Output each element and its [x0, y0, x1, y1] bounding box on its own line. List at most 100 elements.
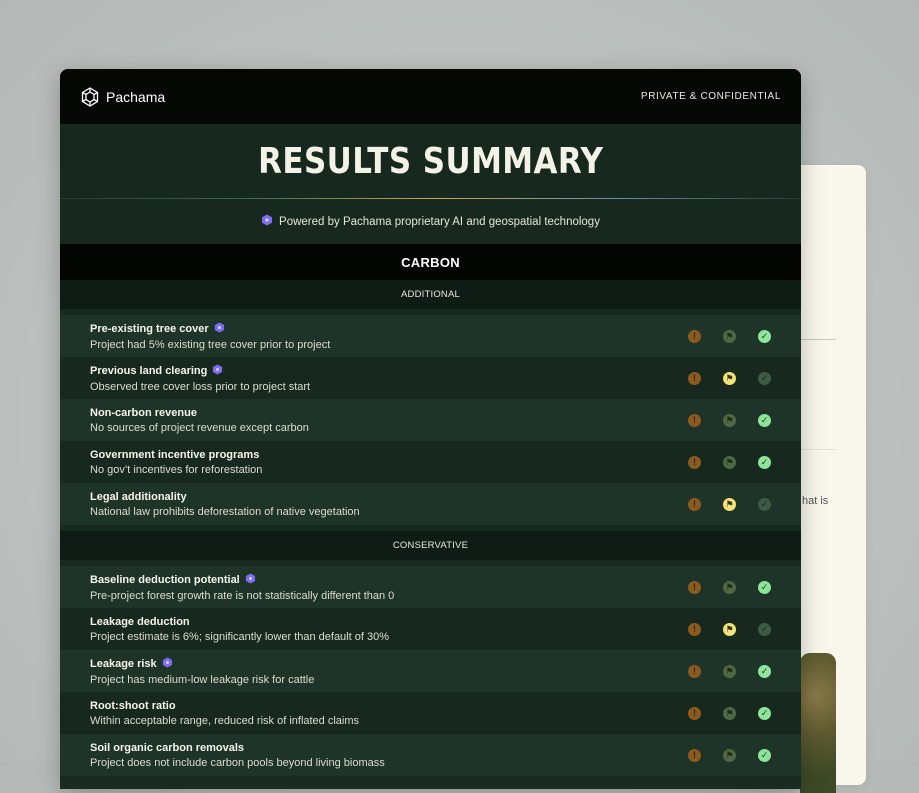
- flag-icon: ⚑: [723, 622, 736, 636]
- status-indicators: ! ⚑ ✓: [688, 580, 771, 594]
- powered-by-banner: Powered by Pachama proprietary AI and ge…: [60, 199, 801, 244]
- status-indicators: ! ⚑ ✓: [688, 455, 771, 469]
- check-icon: ✓: [758, 413, 771, 427]
- criteria-row: Legal additionality National law prohibit…: [60, 483, 801, 525]
- warning-icon: !: [688, 371, 701, 385]
- pachama-logo-icon: [80, 86, 100, 107]
- check-icon: ✓: [758, 706, 771, 720]
- section-heading-carbon: CARBON: [60, 244, 801, 280]
- brand-name: Pachama: [106, 88, 166, 105]
- criteria-text: Non-carbon revenue No sources of project …: [90, 407, 309, 434]
- criteria-text: Government incentive programs No gov’t in…: [90, 449, 262, 476]
- flag-icon: ⚑: [723, 580, 736, 594]
- criteria-name: Non-carbon revenue: [90, 407, 309, 419]
- document-header: Pachama PRIVATE & CONFIDENTIAL: [60, 69, 801, 124]
- ai-badge-icon: [214, 321, 225, 336]
- criteria-label: Pre-existing tree cover: [90, 322, 209, 335]
- criteria-name: Previous land clearing: [90, 363, 310, 378]
- criteria-row: Government incentive programs No gov’t in…: [60, 441, 801, 483]
- status-indicators: ! ⚑ ✓: [688, 622, 771, 636]
- criteria-text: Pre-existing tree cover Project had 5% ex…: [90, 321, 331, 351]
- criteria-text: Previous land clearing Observed tree cove…: [90, 363, 311, 393]
- criteria-name: Leakage deduction: [90, 616, 389, 628]
- check-icon: ✓: [758, 664, 771, 678]
- page-title: RESULTS SUMMARY: [257, 140, 604, 182]
- criteria-label: Root:shoot ratio: [90, 699, 176, 712]
- status-indicators: ! ⚑ ✓: [688, 497, 771, 511]
- powered-by-text: Powered by Pachama proprietary AI and ge…: [279, 215, 600, 228]
- check-icon: ✓: [758, 455, 771, 469]
- warning-icon: !: [688, 664, 701, 678]
- results-summary-document: Pachama PRIVATE & CONFIDENTIAL RESULTS S…: [60, 69, 801, 789]
- ai-badge-icon: [245, 572, 256, 587]
- warning-icon: !: [688, 413, 701, 427]
- check-icon: ✓: [758, 371, 771, 385]
- criteria-description: Project has medium-low leakage risk for …: [90, 673, 315, 686]
- check-icon: ✓: [758, 497, 771, 511]
- spacer: [60, 776, 801, 782]
- divider: [800, 449, 836, 450]
- criteria-description: Project had 5% existing tree cover prior…: [90, 338, 331, 351]
- background-card-text: hat is: [802, 495, 829, 507]
- criteria-label: Legal additionality: [90, 490, 187, 503]
- background-card-photo: [800, 653, 836, 793]
- divider: [800, 339, 836, 340]
- criteria-name: Root:shoot ratio: [90, 700, 359, 712]
- criteria-description: Observed tree cover loss prior to projec…: [90, 380, 311, 393]
- subsection-heading: ADDITIONAL: [60, 280, 801, 309]
- warning-icon: !: [688, 455, 701, 469]
- criteria-row: Pre-existing tree cover Project had 5% ex…: [60, 315, 801, 357]
- criteria-text: Soil organic carbon removals Project does…: [90, 742, 385, 769]
- criteria-row: Leakage deduction Project estimate is 6%;…: [60, 608, 801, 650]
- criteria-name: Legal additionality: [90, 491, 360, 503]
- flag-icon: ⚑: [723, 413, 736, 427]
- ai-badge-icon: [212, 363, 223, 378]
- status-indicators: ! ⚑ ✓: [688, 329, 771, 343]
- warning-icon: !: [688, 329, 701, 343]
- criteria-label: Previous land clearing: [90, 364, 208, 377]
- criteria-text: Root:shoot ratio Within acceptable range,…: [90, 700, 359, 727]
- flag-icon: ⚑: [723, 706, 736, 720]
- criteria-row: Root:shoot ratio Within acceptable range,…: [60, 692, 801, 734]
- check-icon: ✓: [758, 329, 771, 343]
- warning-icon: !: [688, 622, 701, 636]
- check-icon: ✓: [758, 622, 771, 636]
- criteria-text: Baseline deduction potential Pre-project …: [90, 572, 395, 602]
- criteria-row: Leakage risk Project has medium-low leaka…: [60, 650, 801, 692]
- check-icon: ✓: [758, 580, 771, 594]
- criteria-row: Soil organic carbon removals Project does…: [60, 734, 801, 776]
- criteria-description: No sources of project revenue except car…: [90, 421, 309, 434]
- warning-icon: !: [688, 580, 701, 594]
- criteria-label: Leakage deduction: [90, 615, 190, 628]
- criteria-groups: ADDITIONAL Pre-existing tree cover Project…: [60, 280, 801, 782]
- flag-icon: ⚑: [723, 455, 736, 469]
- flag-icon: ⚑: [723, 371, 736, 385]
- criteria-row: Non-carbon revenue No sources of project …: [60, 399, 801, 441]
- status-indicators: ! ⚑ ✓: [688, 413, 771, 427]
- criteria-label: Non-carbon revenue: [90, 406, 197, 419]
- criteria-row: Previous land clearing Observed tree cove…: [60, 357, 801, 399]
- criteria-label: Soil organic carbon removals: [90, 741, 245, 754]
- status-indicators: ! ⚑ ✓: [688, 371, 771, 385]
- ai-badge-icon: [261, 214, 273, 229]
- criteria-description: Project does not include carbon pools be…: [90, 756, 385, 769]
- criteria-description: No gov’t incentives for reforestation: [90, 463, 263, 476]
- criteria-text: Legal additionality National law prohibit…: [90, 491, 360, 518]
- ai-badge-icon: [162, 656, 173, 671]
- criteria-name: Pre-existing tree cover: [90, 321, 330, 336]
- criteria-label: Leakage risk: [90, 657, 157, 670]
- subsection-heading: CONSERVATIVE: [60, 531, 801, 560]
- brand: Pachama: [80, 86, 166, 107]
- criteria-name: Baseline deduction potential: [90, 572, 394, 587]
- flag-icon: ⚑: [723, 664, 736, 678]
- criteria-description: National law prohibits deforestation of …: [90, 505, 360, 518]
- criteria-label: Baseline deduction potential: [90, 573, 240, 586]
- criteria-description: Pre-project forest growth rate is not st…: [90, 589, 395, 602]
- status-indicators: ! ⚑ ✓: [688, 706, 771, 720]
- warning-icon: !: [688, 748, 701, 762]
- flag-icon: ⚑: [723, 748, 736, 762]
- criteria-name: Leakage risk: [90, 656, 314, 671]
- status-indicators: ! ⚑ ✓: [688, 748, 771, 762]
- criteria-name: Soil organic carbon removals: [90, 742, 385, 754]
- warning-icon: !: [688, 706, 701, 720]
